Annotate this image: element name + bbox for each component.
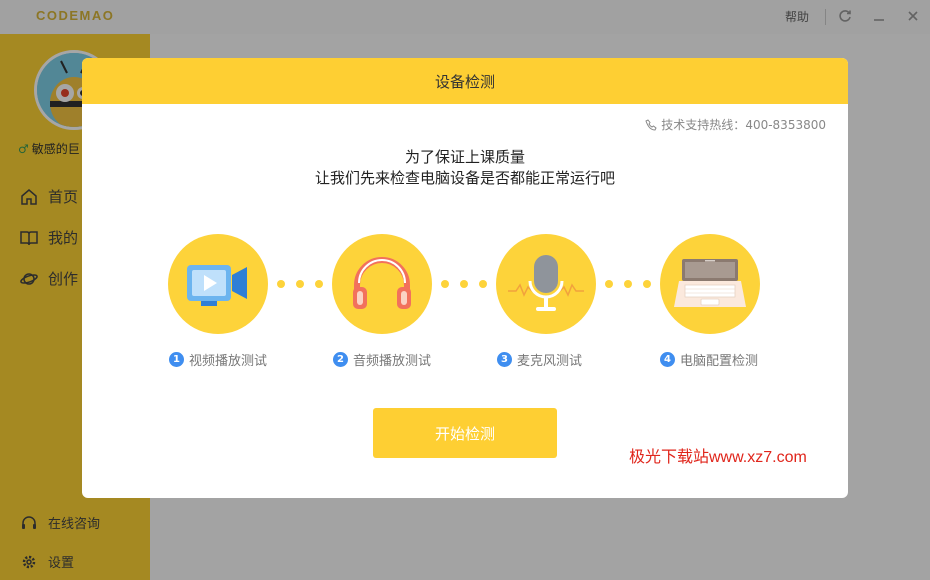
- headphones-icon: [353, 257, 411, 309]
- support-hotline: 技术支持热线： 400-8353800: [645, 116, 826, 133]
- step-label-audio: 2 音频播放测试: [333, 350, 431, 369]
- modal-header: 设备检测: [82, 58, 848, 104]
- step-connector-dots: [441, 280, 487, 288]
- step-audio: [332, 234, 432, 334]
- step-computer: [660, 234, 760, 334]
- step-video: [168, 234, 268, 334]
- device-check-modal: 设备检测 技术支持热线： 400-8353800 为了保证上课质量 让我们先来检查…: [82, 58, 848, 498]
- step-number: 1: [169, 352, 184, 367]
- modal-title: 设备检测: [434, 72, 495, 91]
- step-connector-dots: [605, 280, 651, 288]
- step-number: 3: [497, 352, 512, 367]
- step-microphone: [496, 234, 596, 334]
- step-connector-dots: [277, 280, 323, 288]
- step-number: 2: [333, 352, 348, 367]
- step-label-computer: 4 电脑配置检测: [660, 350, 758, 369]
- phone-icon: [645, 118, 657, 131]
- step-number: 4: [660, 352, 675, 367]
- start-check-button[interactable]: 开始检测: [373, 408, 557, 458]
- microphone-icon: [508, 255, 584, 311]
- step-label-video: 1 视频播放测试: [169, 350, 267, 369]
- step-label-microphone: 3 麦克风测试: [497, 350, 582, 369]
- laptop-icon: [674, 259, 746, 307]
- intro-line-1: 为了保证上课质量: [404, 148, 525, 166]
- intro-line-2: 让我们先来检查电脑设备是否都能正常运行吧: [314, 169, 615, 187]
- video-camera-icon: [187, 265, 247, 306]
- watermark: 极光下载站www.xz7.com: [629, 449, 807, 466]
